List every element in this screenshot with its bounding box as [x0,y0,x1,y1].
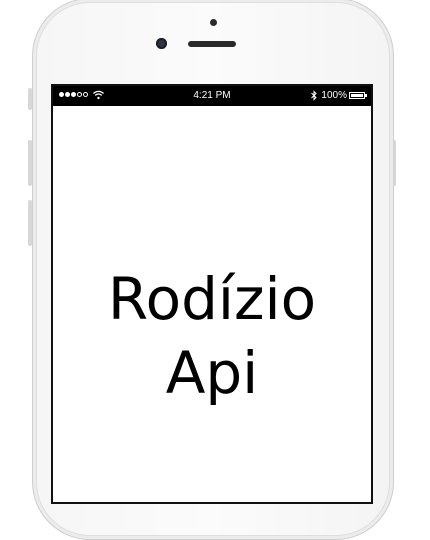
app-title: Rodízio Api [53,262,371,410]
proximity-sensor [210,19,217,26]
app-title-line-2: Api [165,339,259,407]
battery-icon [349,92,367,99]
app-title-line-1: Rodízio [107,265,317,333]
phone-screen: 4:21 PM 100% Rodízio Api [51,84,373,504]
status-bar: 4:21 PM 100% [53,86,371,106]
earpiece-speaker [188,41,236,47]
bluetooth-icon [311,90,317,101]
battery-percentage: 100% [321,90,347,101]
front-camera-icon [156,38,167,49]
battery-level-fill [351,94,363,97]
